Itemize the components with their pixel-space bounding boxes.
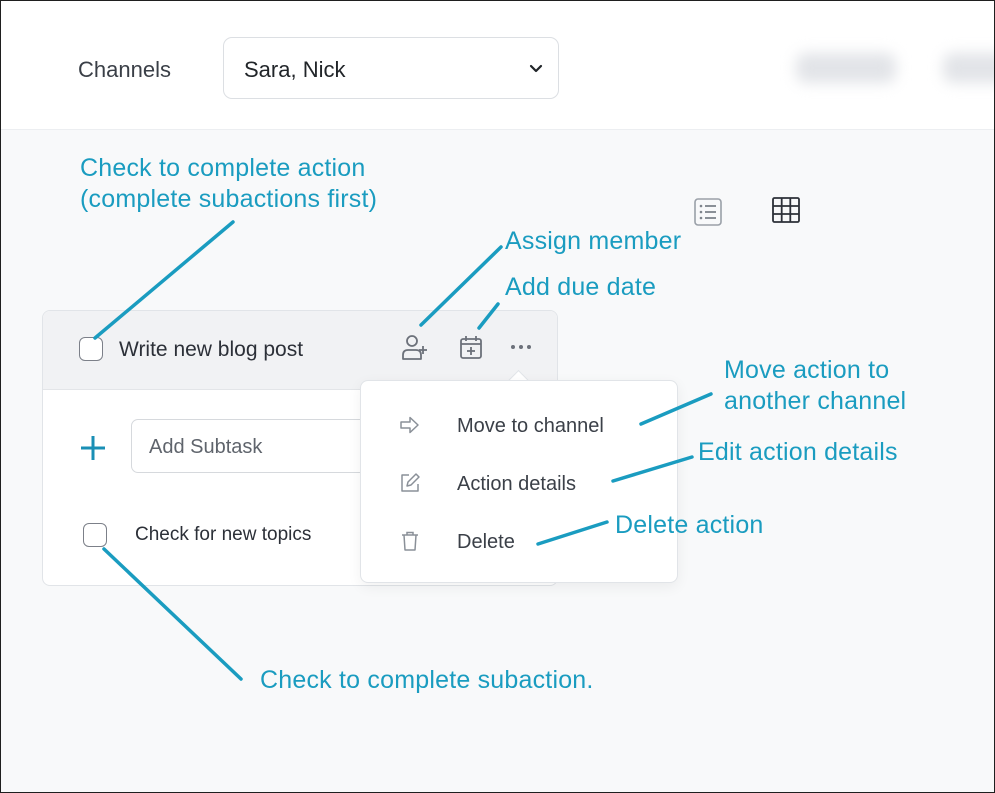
action-checkbox[interactable] [79, 337, 103, 361]
add-subtask-placeholder: Add Subtask [149, 436, 263, 458]
annotation-add-due-date: Add due date [505, 273, 657, 301]
annotation-delete-action: Delete action [615, 511, 764, 539]
annotation-complete-subaction: Check to complete subaction. [260, 666, 594, 694]
annotation-line: Check to complete action [80, 154, 366, 182]
menu-item-move-to-channel[interactable]: Move to channel [361, 401, 677, 451]
annotation-move-action: Move action to another channel [724, 355, 906, 417]
annotation-line: another channel [724, 387, 907, 415]
channels-label: Channels [78, 57, 171, 82]
edit-icon [401, 473, 420, 492]
add-due-date-icon[interactable] [457, 333, 485, 361]
blurred-button-2 [943, 53, 994, 83]
annotation-line: (complete subactions first) [80, 185, 378, 213]
subtask-checkbox[interactable] [83, 523, 107, 547]
more-options-icon[interactable] [507, 333, 535, 361]
menu-item-action-details[interactable]: Action details [361, 459, 677, 509]
screenshot-frame: Channels Sara, Nick Write new blog post [0, 0, 995, 793]
chevron-down-icon [529, 64, 543, 73]
top-bar: Channels Sara, Nick [1, 1, 994, 130]
subtask-text[interactable]: Check for new topics [135, 524, 361, 546]
arrow-right-icon [400, 416, 419, 434]
blurred-button [796, 53, 896, 83]
annotation-line: Move action to [724, 356, 890, 384]
trash-icon [402, 531, 418, 551]
annotation-complete-action: Check to complete action (complete subac… [80, 153, 377, 215]
channel-select[interactable]: Sara, Nick [223, 37, 559, 99]
menu-item-label: Action details [457, 473, 576, 495]
add-subtask-input[interactable]: Add Subtask [131, 419, 371, 473]
annotation-assign-member: Assign member [505, 227, 682, 255]
menu-item-label: Delete [457, 531, 515, 553]
assign-member-icon[interactable] [401, 333, 429, 361]
list-view-icon[interactable] [693, 197, 723, 227]
add-subtask-plus-icon[interactable] [79, 434, 107, 462]
action-title[interactable]: Write new blog post [119, 338, 303, 362]
menu-item-label: Move to channel [457, 415, 604, 437]
annotation-edit-details: Edit action details [698, 438, 898, 466]
action-context-menu: Move to channel Action details Delete [360, 380, 678, 583]
channel-select-value: Sara, Nick [244, 57, 346, 82]
grid-view-icon[interactable] [771, 195, 801, 225]
